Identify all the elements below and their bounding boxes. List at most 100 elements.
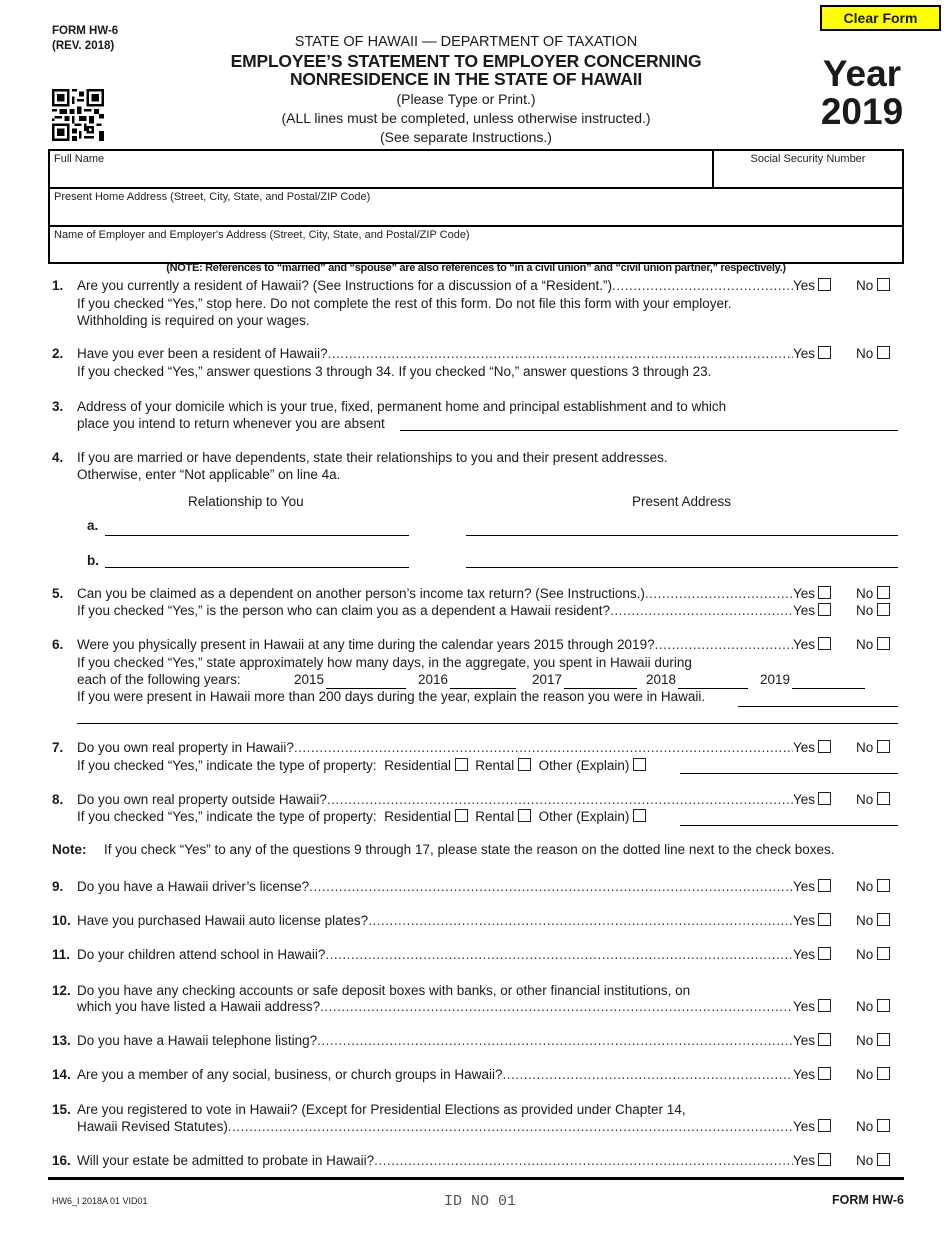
no-checkbox[interactable] [877,879,891,892]
question-number: 12. [52,983,71,998]
row-letter: a. [87,518,99,533]
yes-checkbox[interactable] [818,740,831,753]
yes-checkbox[interactable] [818,586,831,599]
yes-checkbox[interactable] [818,1067,831,1080]
yes-checkbox[interactable] [818,278,831,291]
no-checkbox[interactable] [877,999,891,1012]
relationship-b-field[interactable] [105,567,409,568]
question-text: Do you have any checking accounts or saf… [77,983,691,998]
home-address-field[interactable] [54,207,898,223]
no-checkbox[interactable] [877,586,891,599]
question-text: Can you be claimed as a dependent on ano… [77,586,815,601]
yes-checkbox[interactable] [818,913,831,926]
yes-checkbox[interactable] [818,346,831,359]
yes-checkbox[interactable] [818,792,831,805]
question-text: Have you purchased Hawaii auto license p… [77,913,815,928]
yes-checkbox[interactable] [818,1033,831,1046]
question-number: 5. [52,586,64,601]
form-title-line2: NONRESIDENCE IN THE STATE OF HAWAII [289,69,643,89]
question-number: 14. [52,1067,71,1082]
ssn-label: Social Security Number [750,153,866,165]
clear-form-button[interactable]: Clear Form [820,5,941,31]
employer-field[interactable] [54,244,898,260]
instruction-all-lines: (ALL lines must be completed, unless oth… [281,110,651,126]
no-checkbox[interactable] [877,1033,891,1046]
question-note: If you checked “Yes,” state approximatel… [77,655,692,670]
question-text: If you are married or have dependents, s… [77,450,668,465]
full-name-label: Full Name [54,153,105,165]
other-explain-field[interactable] [680,773,898,774]
explanation-field-line2[interactable] [77,723,898,724]
no-checkbox[interactable] [877,740,891,753]
no-checkbox[interactable] [877,1119,891,1132]
question-subtext: If you checked “Yes,” is the person who … [77,603,815,618]
form-identifier: FORM HW-6 (REV. 2018) [52,24,118,54]
yes-checkbox[interactable] [818,879,831,892]
question-text: Do you have a Hawaii telephone listing?Y… [77,1033,815,1048]
question-number: 8. [52,792,64,807]
no-option: No [856,999,891,1014]
no-checkbox[interactable] [877,947,891,960]
no-option: No [856,1067,891,1082]
explanation-field[interactable] [738,706,898,707]
question-text: Address of your domicile which is your t… [77,399,727,414]
yes-checkbox[interactable] [818,1119,831,1132]
name-row: Full Name Social Security Number [50,151,902,189]
no-checkbox[interactable] [877,792,891,805]
civil-union-note: (NOTE: References to “married” and “spou… [166,262,786,274]
no-option: No [856,792,891,807]
question-note: each of the following years: [77,672,241,687]
rental-checkbox[interactable] [518,758,532,771]
other-checkbox[interactable] [633,809,647,822]
domicile-address-field[interactable] [400,430,898,431]
no-checkbox[interactable] [877,1067,891,1080]
question-note: Withholding is required on your wages. [77,313,310,328]
no-checkbox[interactable] [877,637,891,650]
no-checkbox[interactable] [877,603,891,616]
other-checkbox[interactable] [633,758,647,771]
question-number: 11. [52,947,71,962]
question-text-cont: which you have listed a Hawaii address?Y… [77,999,815,1014]
relationship-a-field[interactable] [105,535,409,536]
no-option: No [856,1119,891,1134]
form-number: FORM HW-6 [52,25,119,37]
no-checkbox[interactable] [877,346,891,359]
year-label: 2018 [646,672,677,687]
no-option: No [856,603,891,618]
yes-checkbox[interactable] [818,999,831,1012]
no-checkbox[interactable] [877,913,891,926]
note-text: If you check “Yes” to any of the questio… [104,842,835,857]
id-number: ID NO 01 [443,1193,516,1210]
yes-checkbox[interactable] [818,1153,831,1166]
no-checkbox[interactable] [877,1153,891,1166]
row-letter: b. [87,553,99,568]
address-a-field[interactable] [466,535,898,536]
residential-checkbox[interactable] [454,758,468,771]
question-text: Have you ever been a resident of Hawaii?… [77,346,815,361]
yes-checkbox[interactable] [818,603,831,616]
no-option: No [856,586,891,601]
question-number: 7. [52,740,64,755]
question-text: Are you currently a resident of Hawaii? … [77,278,815,293]
other-explain-field[interactable] [680,825,898,826]
qr-code-icon [52,89,104,141]
no-option: No [856,1033,891,1048]
question-note: If you checked “Yes,” stop here. Do not … [77,296,732,311]
question-note: If you checked “Yes,” answer questions 3… [77,364,712,379]
question-number: 6. [52,637,64,652]
year-label: 2017 [532,672,563,687]
no-checkbox[interactable] [877,278,891,291]
ssn-field[interactable] [718,169,898,185]
year-label: 2016 [418,672,449,687]
residential-checkbox[interactable] [454,809,468,822]
property-type-row: If you checked “Yes,” indicate the type … [77,809,647,824]
year-label: 2019 [760,672,791,687]
address-b-field[interactable] [466,567,898,568]
year-label: Year [822,53,902,94]
yes-checkbox[interactable] [818,637,831,650]
rental-checkbox[interactable] [518,809,532,822]
full-name-field[interactable] [54,169,706,185]
form-revision: (REV. 2018) [52,40,115,52]
yes-checkbox[interactable] [818,947,831,960]
days-2019-field[interactable] [792,688,865,689]
